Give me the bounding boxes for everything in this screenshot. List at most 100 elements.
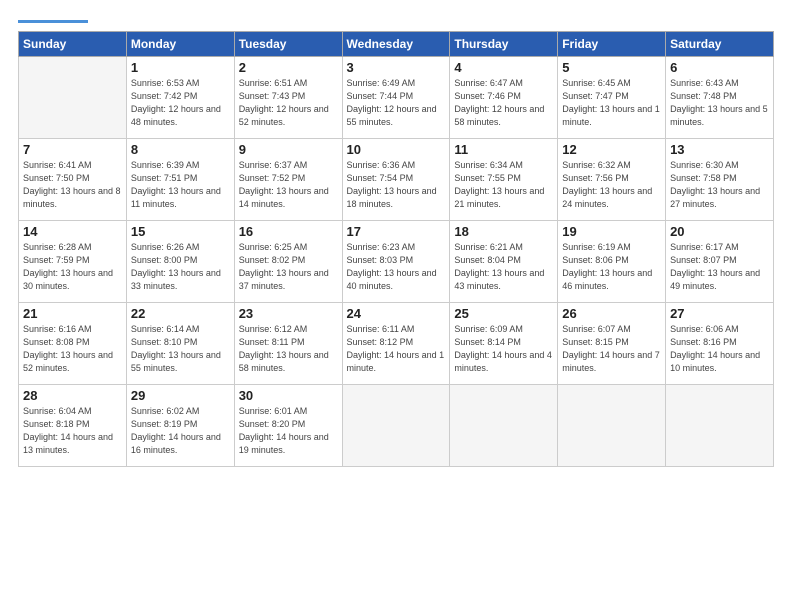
day-number: 2	[239, 60, 338, 75]
day-number: 12	[562, 142, 661, 157]
calendar-cell: 18 Sunrise: 6:21 AMSunset: 8:04 PMDaylig…	[450, 221, 558, 303]
page-container: SundayMondayTuesdayWednesdayThursdayFrid…	[0, 0, 792, 612]
day-info: Sunrise: 6:09 AMSunset: 8:14 PMDaylight:…	[454, 323, 553, 375]
day-header-tuesday: Tuesday	[234, 32, 342, 57]
day-info: Sunrise: 6:17 AMSunset: 8:07 PMDaylight:…	[670, 241, 769, 293]
day-number: 5	[562, 60, 661, 75]
day-number: 8	[131, 142, 230, 157]
day-info: Sunrise: 6:02 AMSunset: 8:19 PMDaylight:…	[131, 405, 230, 457]
day-info: Sunrise: 6:06 AMSunset: 8:16 PMDaylight:…	[670, 323, 769, 375]
day-info: Sunrise: 6:04 AMSunset: 8:18 PMDaylight:…	[23, 405, 122, 457]
week-row-3: 14 Sunrise: 6:28 AMSunset: 7:59 PMDaylig…	[19, 221, 774, 303]
day-info: Sunrise: 6:19 AMSunset: 8:06 PMDaylight:…	[562, 241, 661, 293]
day-info: Sunrise: 6:07 AMSunset: 8:15 PMDaylight:…	[562, 323, 661, 375]
day-info: Sunrise: 6:23 AMSunset: 8:03 PMDaylight:…	[347, 241, 446, 293]
day-info: Sunrise: 6:51 AMSunset: 7:43 PMDaylight:…	[239, 77, 338, 129]
day-number: 11	[454, 142, 553, 157]
day-number: 10	[347, 142, 446, 157]
day-header-wednesday: Wednesday	[342, 32, 450, 57]
calendar-cell	[342, 385, 450, 467]
day-info: Sunrise: 6:49 AMSunset: 7:44 PMDaylight:…	[347, 77, 446, 129]
day-number: 6	[670, 60, 769, 75]
day-info: Sunrise: 6:37 AMSunset: 7:52 PMDaylight:…	[239, 159, 338, 211]
calendar-cell: 8 Sunrise: 6:39 AMSunset: 7:51 PMDayligh…	[126, 139, 234, 221]
day-info: Sunrise: 6:32 AMSunset: 7:56 PMDaylight:…	[562, 159, 661, 211]
calendar-cell: 2 Sunrise: 6:51 AMSunset: 7:43 PMDayligh…	[234, 57, 342, 139]
calendar-cell: 11 Sunrise: 6:34 AMSunset: 7:55 PMDaylig…	[450, 139, 558, 221]
day-info: Sunrise: 6:53 AMSunset: 7:42 PMDaylight:…	[131, 77, 230, 129]
day-info: Sunrise: 6:21 AMSunset: 8:04 PMDaylight:…	[454, 241, 553, 293]
day-info: Sunrise: 6:36 AMSunset: 7:54 PMDaylight:…	[347, 159, 446, 211]
calendar-cell: 9 Sunrise: 6:37 AMSunset: 7:52 PMDayligh…	[234, 139, 342, 221]
logo	[18, 18, 88, 23]
calendar-cell: 17 Sunrise: 6:23 AMSunset: 8:03 PMDaylig…	[342, 221, 450, 303]
days-header-row: SundayMondayTuesdayWednesdayThursdayFrid…	[19, 32, 774, 57]
day-info: Sunrise: 6:43 AMSunset: 7:48 PMDaylight:…	[670, 77, 769, 129]
day-number: 30	[239, 388, 338, 403]
day-info: Sunrise: 6:34 AMSunset: 7:55 PMDaylight:…	[454, 159, 553, 211]
day-header-thursday: Thursday	[450, 32, 558, 57]
day-info: Sunrise: 6:45 AMSunset: 7:47 PMDaylight:…	[562, 77, 661, 129]
day-number: 14	[23, 224, 122, 239]
day-number: 3	[347, 60, 446, 75]
day-info: Sunrise: 6:41 AMSunset: 7:50 PMDaylight:…	[23, 159, 122, 211]
week-row-2: 7 Sunrise: 6:41 AMSunset: 7:50 PMDayligh…	[19, 139, 774, 221]
day-number: 28	[23, 388, 122, 403]
calendar-cell: 4 Sunrise: 6:47 AMSunset: 7:46 PMDayligh…	[450, 57, 558, 139]
day-number: 1	[131, 60, 230, 75]
calendar-cell	[558, 385, 666, 467]
day-number: 27	[670, 306, 769, 321]
week-row-4: 21 Sunrise: 6:16 AMSunset: 8:08 PMDaylig…	[19, 303, 774, 385]
day-number: 29	[131, 388, 230, 403]
calendar-cell: 22 Sunrise: 6:14 AMSunset: 8:10 PMDaylig…	[126, 303, 234, 385]
day-info: Sunrise: 6:30 AMSunset: 7:58 PMDaylight:…	[670, 159, 769, 211]
day-number: 25	[454, 306, 553, 321]
day-info: Sunrise: 6:25 AMSunset: 8:02 PMDaylight:…	[239, 241, 338, 293]
calendar-cell: 14 Sunrise: 6:28 AMSunset: 7:59 PMDaylig…	[19, 221, 127, 303]
day-number: 9	[239, 142, 338, 157]
calendar-cell: 25 Sunrise: 6:09 AMSunset: 8:14 PMDaylig…	[450, 303, 558, 385]
calendar-cell: 30 Sunrise: 6:01 AMSunset: 8:20 PMDaylig…	[234, 385, 342, 467]
day-header-monday: Monday	[126, 32, 234, 57]
day-info: Sunrise: 6:11 AMSunset: 8:12 PMDaylight:…	[347, 323, 446, 375]
day-info: Sunrise: 6:12 AMSunset: 8:11 PMDaylight:…	[239, 323, 338, 375]
calendar-cell: 29 Sunrise: 6:02 AMSunset: 8:19 PMDaylig…	[126, 385, 234, 467]
day-header-sunday: Sunday	[19, 32, 127, 57]
calendar-cell: 26 Sunrise: 6:07 AMSunset: 8:15 PMDaylig…	[558, 303, 666, 385]
day-info: Sunrise: 6:16 AMSunset: 8:08 PMDaylight:…	[23, 323, 122, 375]
calendar-cell	[19, 57, 127, 139]
calendar-cell: 20 Sunrise: 6:17 AMSunset: 8:07 PMDaylig…	[666, 221, 774, 303]
calendar-cell: 24 Sunrise: 6:11 AMSunset: 8:12 PMDaylig…	[342, 303, 450, 385]
week-row-5: 28 Sunrise: 6:04 AMSunset: 8:18 PMDaylig…	[19, 385, 774, 467]
day-number: 16	[239, 224, 338, 239]
day-info: Sunrise: 6:47 AMSunset: 7:46 PMDaylight:…	[454, 77, 553, 129]
day-number: 15	[131, 224, 230, 239]
week-row-1: 1 Sunrise: 6:53 AMSunset: 7:42 PMDayligh…	[19, 57, 774, 139]
logo-underline	[18, 20, 88, 23]
calendar-cell: 15 Sunrise: 6:26 AMSunset: 8:00 PMDaylig…	[126, 221, 234, 303]
day-info: Sunrise: 6:28 AMSunset: 7:59 PMDaylight:…	[23, 241, 122, 293]
calendar-cell: 3 Sunrise: 6:49 AMSunset: 7:44 PMDayligh…	[342, 57, 450, 139]
day-info: Sunrise: 6:39 AMSunset: 7:51 PMDaylight:…	[131, 159, 230, 211]
day-number: 20	[670, 224, 769, 239]
calendar-cell: 16 Sunrise: 6:25 AMSunset: 8:02 PMDaylig…	[234, 221, 342, 303]
calendar-cell: 27 Sunrise: 6:06 AMSunset: 8:16 PMDaylig…	[666, 303, 774, 385]
calendar-cell: 7 Sunrise: 6:41 AMSunset: 7:50 PMDayligh…	[19, 139, 127, 221]
header	[18, 18, 774, 23]
day-number: 19	[562, 224, 661, 239]
day-number: 23	[239, 306, 338, 321]
calendar-cell: 12 Sunrise: 6:32 AMSunset: 7:56 PMDaylig…	[558, 139, 666, 221]
day-number: 13	[670, 142, 769, 157]
day-info: Sunrise: 6:01 AMSunset: 8:20 PMDaylight:…	[239, 405, 338, 457]
day-header-saturday: Saturday	[666, 32, 774, 57]
calendar-cell: 5 Sunrise: 6:45 AMSunset: 7:47 PMDayligh…	[558, 57, 666, 139]
calendar-table: SundayMondayTuesdayWednesdayThursdayFrid…	[18, 31, 774, 467]
day-number: 18	[454, 224, 553, 239]
day-number: 17	[347, 224, 446, 239]
calendar-cell: 19 Sunrise: 6:19 AMSunset: 8:06 PMDaylig…	[558, 221, 666, 303]
calendar-cell: 13 Sunrise: 6:30 AMSunset: 7:58 PMDaylig…	[666, 139, 774, 221]
day-number: 22	[131, 306, 230, 321]
calendar-cell	[666, 385, 774, 467]
day-header-friday: Friday	[558, 32, 666, 57]
calendar-cell: 28 Sunrise: 6:04 AMSunset: 8:18 PMDaylig…	[19, 385, 127, 467]
